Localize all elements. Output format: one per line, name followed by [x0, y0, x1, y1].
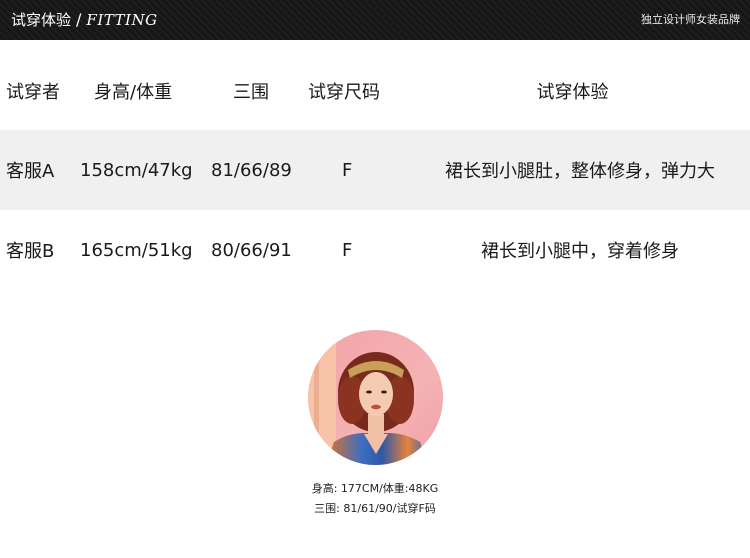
model-height-weight: 身高: 177CM/体重:48KG — [311, 482, 439, 495]
height-weight-value: 158cm/47kg — [80, 159, 193, 181]
model-photo — [308, 330, 443, 465]
column-header-experience: 试穿体验 — [536, 82, 609, 103]
title-en: FITTING — [86, 11, 158, 29]
measurements-value: 81/66/89 — [211, 159, 292, 181]
table-row: 客服A 158cm/47kg 81/66/89 F 裙长到小腿肚，整体修身，弹力… — [0, 130, 750, 210]
table-header-row: 试穿者 身高/体重 三围 试穿尺码 试穿体验 — [0, 52, 750, 130]
experience-value: 裙长到小腿中，穿着修身 — [481, 241, 679, 262]
column-header-size: 试穿尺码 — [308, 82, 380, 103]
title-separator: / — [76, 10, 82, 29]
title-cn: 试穿体验 — [11, 11, 72, 29]
size-value: F — [342, 239, 353, 261]
column-header-measurements: 三围 — [233, 82, 269, 103]
experience-value: 裙长到小腿肚，整体修身，弹力大 — [445, 161, 715, 182]
height-weight-value: 165cm/51kg — [80, 239, 193, 261]
column-header-tester: 试穿者 — [6, 82, 60, 103]
measurements-value: 80/66/91 — [211, 239, 292, 261]
brand-tagline: 独立设计师女装品牌 — [641, 13, 740, 26]
tester-name: 客服A — [6, 161, 55, 182]
model-avatar — [308, 330, 443, 465]
page-header: 试穿体验 / FITTING 独立设计师女装品牌 — [0, 0, 750, 40]
model-measurements: 三围: 81/61/90/试穿F码 — [314, 502, 436, 515]
table-row: 客服B 165cm/51kg 80/66/91 F 裙长到小腿中，穿着修身 — [0, 210, 750, 290]
tester-name: 客服B — [6, 241, 55, 262]
section-title: 试穿体验 / FITTING — [11, 0, 158, 40]
column-header-height-weight: 身高/体重 — [94, 82, 173, 103]
size-value: F — [342, 159, 353, 181]
